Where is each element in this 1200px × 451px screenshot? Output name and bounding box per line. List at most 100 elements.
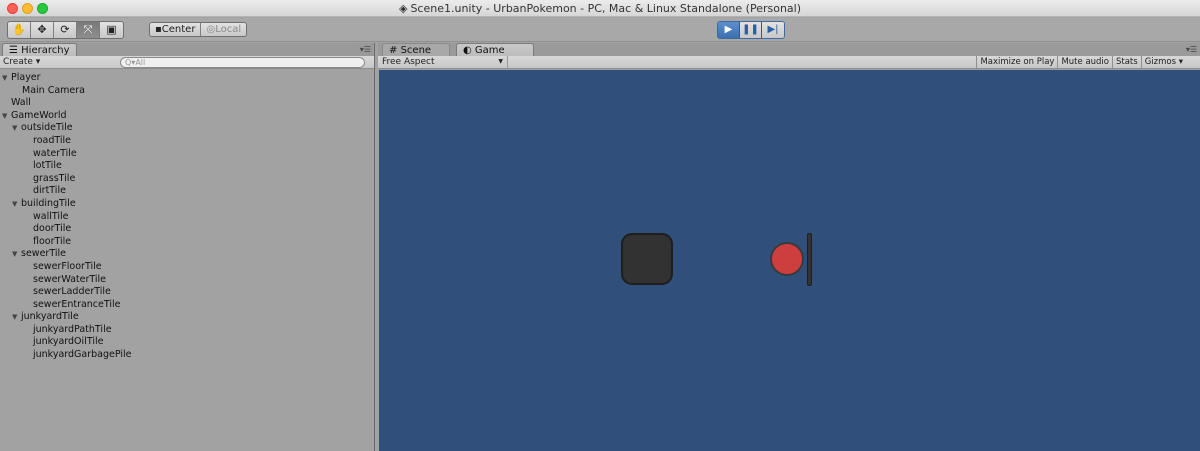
hierarchy-item[interactable]: junkyardGarbagePile: [0, 349, 374, 362]
hierarchy-item-label: junkyardOilTile: [33, 336, 104, 348]
hierarchy-item[interactable]: junkyardOilTile: [0, 336, 374, 349]
pivot-center-button[interactable]: ▪Center: [150, 23, 201, 36]
expand-arrow-icon[interactable]: ▼: [12, 122, 17, 135]
hierarchy-item-label: junkyardTile: [21, 311, 79, 323]
pivot-center-label: Center: [161, 24, 196, 35]
hierarchy-item[interactable]: Wall: [0, 97, 374, 110]
hierarchy-item[interactable]: ▼ buildingTile: [0, 198, 374, 211]
hierarchy-list-icon: ☰: [9, 45, 18, 56]
rect-tool-button[interactable]: ▣: [100, 22, 123, 38]
expand-arrow-icon[interactable]: ▼: [12, 198, 17, 211]
hierarchy-item-label: roadTile: [33, 134, 71, 146]
hierarchy-item[interactable]: wallTile: [0, 211, 374, 224]
play-controls: ▶ ❚❚ ▶|: [717, 21, 785, 39]
scene-grid-icon: #: [389, 45, 398, 56]
title-bar: ◈ Scene1.unity - UrbanPokemon - PC, Mac &…: [0, 0, 1200, 17]
hierarchy-item[interactable]: ▼ outsideTile: [0, 122, 374, 135]
paddle-sprite: [807, 233, 812, 286]
hierarchy-item-label: sewerFloorTile: [33, 260, 102, 272]
maximize-on-play-button[interactable]: Maximize on Play: [976, 56, 1057, 68]
hierarchy-item[interactable]: ▼ sewerTile: [0, 248, 374, 261]
hierarchy-item[interactable]: Main Camera: [0, 85, 374, 98]
hierarchy-search-input[interactable]: Q▾All: [120, 57, 365, 68]
hierarchy-item-label: sewerTile: [21, 248, 66, 260]
game-tabstrip: # Scene ◐ Game ▾☰: [378, 43, 1200, 56]
rotate-tool-button[interactable]: ⟳: [54, 22, 77, 38]
hierarchy-item[interactable]: grassTile: [0, 173, 374, 186]
hierarchy-item-label: junkyardPathTile: [33, 323, 112, 335]
hierarchy-tab-label: Hierarchy: [21, 45, 70, 56]
game-viewport[interactable]: [379, 70, 1200, 451]
window-title-wrap: ◈ Scene1.unity - UrbanPokemon - PC, Mac &…: [0, 1, 1200, 16]
stats-button[interactable]: Stats: [1112, 56, 1141, 68]
hierarchy-item[interactable]: doorTile: [0, 223, 374, 236]
hierarchy-item[interactable]: sewerEntranceTile: [0, 299, 374, 312]
hierarchy-item-label: Wall: [11, 97, 31, 109]
tab-game[interactable]: ◐ Game: [456, 43, 534, 56]
hierarchy-item[interactable]: junkyardPathTile: [0, 324, 374, 337]
tab-scene[interactable]: # Scene: [382, 43, 450, 56]
hierarchy-item-label: waterTile: [33, 147, 77, 159]
window-title: Scene1.unity - UrbanPokemon - PC, Mac & …: [410, 2, 802, 15]
expand-arrow-icon[interactable]: ▼: [2, 72, 7, 85]
hierarchy-item-label: outsideTile: [21, 122, 73, 134]
game-toolbar: Free Aspect ▼ Maximize on Play Mute audi…: [378, 56, 1200, 69]
game-tab-label: Game: [474, 45, 505, 56]
transform-tools: ✋ ✥ ⟳ ⤧ ▣: [7, 21, 124, 39]
hierarchy-item-label: doorTile: [33, 223, 72, 235]
pivot-local-button[interactable]: ◎Local: [200, 23, 247, 36]
game-panel: # Scene ◐ Game ▾☰ Free Aspect ▼ Maximize…: [378, 43, 1200, 451]
unity-logo-icon: ◈: [398, 2, 408, 15]
scene-tab-label: Scene: [400, 45, 432, 56]
hierarchy-item-label: wallTile: [33, 210, 69, 222]
hierarchy-item[interactable]: lotTile: [0, 160, 374, 173]
mute-audio-button[interactable]: Mute audio: [1057, 56, 1112, 68]
hierarchy-item-label: sewerLadderTile: [33, 286, 111, 298]
gizmos-dropdown[interactable]: Gizmos ▾: [1140, 56, 1186, 68]
hierarchy-item[interactable]: ▼ Player: [0, 72, 374, 85]
pivot-local-label: Local: [215, 24, 242, 35]
hierarchy-item-label: sewerWaterTile: [33, 273, 107, 285]
hierarchy-item[interactable]: dirtTile: [0, 185, 374, 198]
hierarchy-item-label: junkyardGarbagePile: [33, 349, 132, 361]
pause-button[interactable]: ❚❚: [740, 22, 762, 38]
chevron-down-icon: ▼: [498, 58, 503, 65]
hierarchy-item[interactable]: roadTile: [0, 135, 374, 148]
hierarchy-item-label: grassTile: [33, 172, 76, 184]
game-panel-menu-icon[interactable]: ▾☰: [1186, 45, 1197, 54]
hierarchy-tree: ▼ Player Main Camera Wall ▼ GameWorld ▼ outside…: [0, 72, 374, 362]
play-button[interactable]: ▶: [718, 22, 740, 38]
hierarchy-item[interactable]: sewerFloorTile: [0, 261, 374, 274]
create-button[interactable]: Create ▾: [3, 56, 40, 68]
main-toolbar: ✋ ✥ ⟳ ⤧ ▣ ▪Center ◎Local ▶ ❚❚ ▶|: [0, 18, 1200, 42]
hierarchy-item-label: lotTile: [33, 160, 62, 172]
hierarchy-item[interactable]: sewerLadderTile: [0, 286, 374, 299]
step-button[interactable]: ▶|: [762, 22, 784, 38]
game-options: Maximize on Play Mute audio Stats Gizmos…: [976, 56, 1186, 68]
hierarchy-item[interactable]: ▼ GameWorld: [0, 110, 374, 123]
pivot-toggle: ▪Center ◎Local: [149, 22, 248, 37]
hierarchy-item-label: buildingTile: [21, 197, 76, 209]
expand-arrow-icon[interactable]: ▼: [12, 248, 17, 261]
tab-hierarchy[interactable]: ☰ Hierarchy: [2, 43, 77, 56]
hand-tool-button[interactable]: ✋: [8, 22, 31, 38]
hierarchy-item-label: floorTile: [33, 235, 72, 247]
hierarchy-item-label: Main Camera: [22, 84, 85, 96]
expand-arrow-icon[interactable]: ▼: [12, 311, 17, 324]
hierarchy-item[interactable]: sewerWaterTile: [0, 274, 374, 287]
scale-tool-button[interactable]: ⤧: [77, 22, 100, 38]
wall-block-sprite: [621, 233, 673, 285]
hierarchy-panel: ☰ Hierarchy ▾☰ Create ▾ Q▾All ▼ Player Mai…: [0, 43, 375, 451]
hierarchy-item[interactable]: waterTile: [0, 148, 374, 161]
panel-menu-icon[interactable]: ▾☰: [360, 45, 371, 54]
hierarchy-toolbar: Create ▾ Q▾All: [0, 56, 374, 69]
hierarchy-tabstrip: ☰ Hierarchy ▾☰: [0, 43, 374, 56]
unity-editor-window: ◈ Scene1.unity - UrbanPokemon - PC, Mac &…: [0, 0, 1200, 451]
hierarchy-item-label: Player: [11, 72, 41, 83]
expand-arrow-icon[interactable]: ▼: [2, 110, 7, 123]
move-tool-button[interactable]: ✥: [31, 22, 54, 38]
hierarchy-item[interactable]: floorTile: [0, 236, 374, 249]
hierarchy-item-label: dirtTile: [33, 185, 66, 197]
hierarchy-item[interactable]: ▼ junkyardTile: [0, 311, 374, 324]
aspect-dropdown[interactable]: Free Aspect ▼: [382, 56, 508, 68]
